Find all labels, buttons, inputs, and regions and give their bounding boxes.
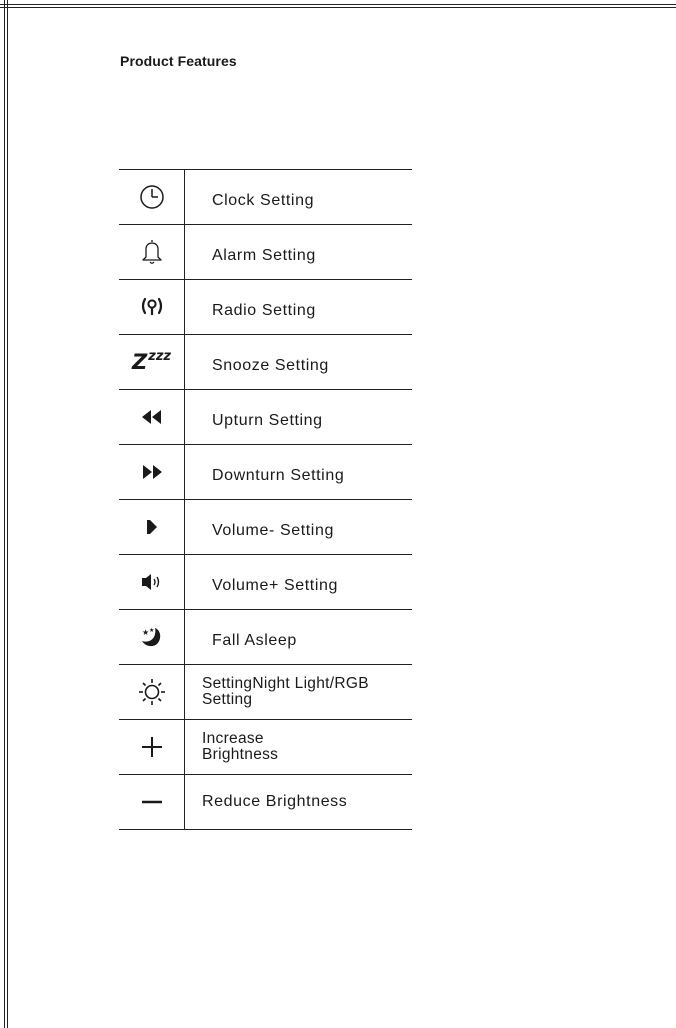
feature-row-snooze: Zzzz Snooze Setting	[119, 335, 412, 390]
feature-label-reduce-brightness: Reduce Brightness	[202, 793, 348, 810]
radio-icon	[119, 280, 185, 334]
feature-label-radio: Radio Setting	[212, 302, 316, 319]
fast-forward-icon	[119, 445, 185, 499]
left-border-line	[4, 0, 5, 1028]
minus-icon	[119, 775, 185, 829]
volume-down-icon	[119, 500, 185, 554]
feature-label-upturn: Upturn Setting	[212, 412, 323, 429]
top-border-line	[0, 4, 676, 5]
plus-icon	[119, 720, 185, 774]
feature-row-clock: Clock Setting	[119, 170, 412, 225]
snooze-icon: Zzzz	[119, 335, 185, 389]
feature-label-increase-brightness: Increase Brightness	[202, 730, 279, 763]
feature-row-alarm: Alarm Setting	[119, 225, 412, 280]
feature-row-radio: Radio Setting	[119, 280, 412, 335]
page-title: Product Features	[120, 53, 237, 69]
feature-label-downturn: Downturn Setting	[212, 467, 345, 484]
feature-label-volume-up: Volume+ Setting	[212, 577, 338, 594]
left-border-line-inner	[7, 0, 8, 1028]
snooze-glyph-small: zzz	[148, 348, 171, 364]
feature-row-volume-down: Volume- Setting	[119, 500, 412, 555]
clock-icon	[119, 170, 185, 224]
features-table: Clock Setting Alarm Setting Radio Settin…	[119, 169, 412, 830]
feature-row-increase-brightness: Increase Brightness	[119, 720, 412, 775]
feature-label-snooze: Snooze Setting	[212, 357, 329, 374]
feature-row-reduce-brightness: Reduce Brightness	[119, 775, 412, 830]
feature-label-volume-down: Volume- Setting	[212, 522, 334, 539]
feature-row-volume-up: Volume+ Setting	[119, 555, 412, 610]
moon-stars-icon: ★ ★	[119, 610, 185, 664]
feature-row-fall-asleep: ★ ★ Fall Asleep	[119, 610, 412, 665]
snooze-glyph-big: Z	[132, 349, 148, 374]
bell-icon	[119, 225, 185, 279]
svg-text:★: ★	[149, 627, 154, 634]
feature-label-clock: Clock Setting	[212, 192, 315, 209]
feature-label-night-light: SettingNight Light/RGB Setting	[202, 675, 369, 708]
feature-label-alarm: Alarm Setting	[212, 247, 316, 264]
feature-row-night-light: SettingNight Light/RGB Setting	[119, 665, 412, 720]
top-border-line-inner	[0, 7, 676, 8]
feature-row-upturn: Upturn Setting	[119, 390, 412, 445]
feature-label-fall-asleep: Fall Asleep	[212, 632, 297, 649]
rewind-icon	[119, 390, 185, 444]
volume-up-icon	[119, 555, 185, 609]
feature-row-downturn: Downturn Setting	[119, 445, 412, 500]
sun-icon	[119, 665, 185, 719]
